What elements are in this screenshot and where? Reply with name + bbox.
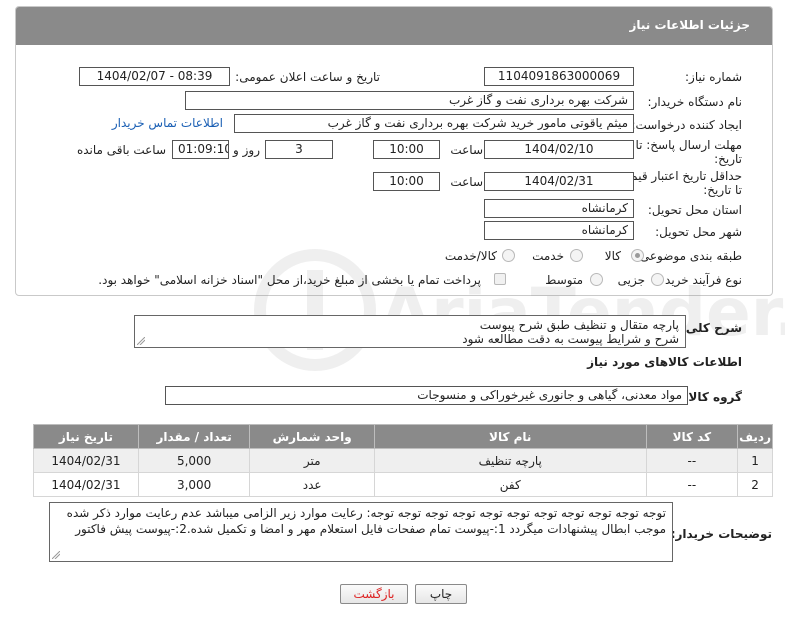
table-row[interactable]: 1 -- پارچه تنظیف متر 5,000 1404/02/31 xyxy=(33,448,773,473)
process-type-label: نوع فرآیند خرید : xyxy=(657,273,742,287)
buyer-notes-textarea[interactable]: توجه توجه توجه توجه توجه توجه توجه توجه … xyxy=(49,502,673,562)
buyer-contact-link[interactable]: اطلاعات تماس خریدار xyxy=(112,116,223,130)
announce-date-label: تاریخ و ساعت اعلان عمومی: xyxy=(235,70,380,84)
validity-date-field: 1404/02/31 xyxy=(484,172,634,191)
validity-time-field: 10:00 xyxy=(373,172,440,191)
category-option-service: خدمت xyxy=(532,249,564,263)
reply-deadline-label: مهلت ارسال پاسخ: تا xyxy=(635,138,742,152)
col-header-qty: تعداد / مقدار xyxy=(137,424,251,449)
days-label: روز و xyxy=(233,143,260,157)
resize-grip-icon[interactable] xyxy=(52,551,60,559)
description-line-1: پارچه متقال و تنظیف طبق شرح پیوست xyxy=(479,318,679,332)
cell-qty: 5,000 xyxy=(137,448,251,473)
table-header-row: ردیف کد کالا نام کالا واحد شمارش تعداد /… xyxy=(33,424,773,449)
cell-name: پارچه تنظیف xyxy=(373,448,647,473)
reply-time-field: 10:00 xyxy=(373,140,440,159)
description-line-2: شرح و شرایط پیوست به دقت مطالعه شود xyxy=(462,332,679,346)
buyer-notes-label: توضیحات خریدار: xyxy=(670,527,772,541)
col-header-code: کد کالا xyxy=(645,424,739,449)
cell-unit: عدد xyxy=(249,472,375,497)
buyer-org-field: شرکت بهره برداری نفت و گاز غرب xyxy=(185,91,634,110)
validity-label-2: تا تاریخ: xyxy=(703,183,742,197)
category-radio-service[interactable] xyxy=(570,249,583,262)
cell-unit: متر xyxy=(249,448,375,473)
resize-grip-icon[interactable] xyxy=(137,337,145,345)
province-label: استان محل تحویل: xyxy=(647,203,742,217)
process-radio-minor[interactable] xyxy=(651,273,664,286)
process-option-minor: جزیی xyxy=(617,273,645,287)
col-header-name: نام کالا xyxy=(373,424,647,449)
treasury-payment-checkbox[interactable] xyxy=(494,273,506,285)
province-field: کرمانشاه xyxy=(484,199,634,218)
cell-date: 1404/02/31 xyxy=(33,448,139,473)
validity-time-label: ساعت xyxy=(450,175,483,189)
validity-label: حداقل تاریخ اعتبار قیمت: xyxy=(615,169,742,183)
cell-code: -- xyxy=(645,472,739,497)
need-number-field: 1104091863000069 xyxy=(484,67,634,86)
table-row[interactable]: 2 -- کفن عدد 3,000 1404/02/31 xyxy=(33,472,773,497)
buyer-org-label: نام دستگاه خریدار: xyxy=(647,95,743,109)
days-field: 3 xyxy=(265,140,333,159)
panel-title: جزئیات اطلاعات نیاز xyxy=(629,18,750,32)
category-radio-goods-service[interactable] xyxy=(502,249,515,262)
col-header-unit: واحد شمارش xyxy=(249,424,375,449)
print-button[interactable]: چاپ xyxy=(415,584,467,604)
cell-date: 1404/02/31 xyxy=(33,472,139,497)
goods-section-title: اطلاعات کالاهای مورد نیاز xyxy=(587,355,742,369)
category-option-goods-service: کالا/خدمت xyxy=(444,249,497,263)
announce-date-field: 1404/02/07 - 08:39 xyxy=(79,67,230,86)
process-option-medium: متوسط xyxy=(545,273,583,287)
city-label: شهر محل تحویل: xyxy=(655,225,742,239)
reply-date-field: 1404/02/10 xyxy=(484,140,634,159)
category-radio-goods[interactable] xyxy=(631,249,644,262)
city-field: کرمانشاه xyxy=(484,221,634,240)
reply-deadline-label-2: تاریخ: xyxy=(714,152,742,166)
back-button[interactable]: بازگشت xyxy=(340,584,408,604)
category-option-goods: کالا xyxy=(604,249,621,263)
remaining-time-field: 01:09:10 xyxy=(172,140,229,159)
process-radio-medium[interactable] xyxy=(590,273,603,286)
buyer-notes-text: توجه توجه توجه توجه توجه توجه توجه توجه … xyxy=(66,506,666,536)
cell-code: -- xyxy=(645,448,739,473)
goods-table: ردیف کد کالا نام کالا واحد شمارش تعداد /… xyxy=(33,424,773,497)
goods-group-field: مواد معدنی، گیاهی و جانوری غیرخوراکی و م… xyxy=(165,386,688,405)
creator-label: ایجاد کننده درخواست: xyxy=(631,118,742,132)
cell-qty: 3,000 xyxy=(137,472,251,497)
col-header-date: تاریخ نیاز xyxy=(33,424,139,449)
reply-time-label: ساعت xyxy=(450,143,483,157)
creator-field: میثم یاقوتی مامور خرید شرکت بهره برداری … xyxy=(234,114,634,133)
goods-group-label: گروه کالا: xyxy=(683,390,742,404)
cell-name: کفن xyxy=(373,472,647,497)
cell-index: 1 xyxy=(737,448,773,473)
need-number-label: شماره نیاز: xyxy=(685,70,742,84)
category-label: طبقه بندی موضوعی: xyxy=(635,249,742,263)
description-textarea[interactable]: پارچه متقال و تنظیف طبق شرح پیوست شرح و … xyxy=(134,315,686,348)
col-header-index: ردیف xyxy=(737,424,773,449)
cell-index: 2 xyxy=(737,472,773,497)
panel-header: جزئیات اطلاعات نیاز xyxy=(16,7,772,45)
treasury-payment-note: پرداخت تمام یا بخشی از مبلغ خرید،از محل … xyxy=(98,273,481,287)
remaining-time-label: ساعت باقی مانده xyxy=(76,143,166,157)
